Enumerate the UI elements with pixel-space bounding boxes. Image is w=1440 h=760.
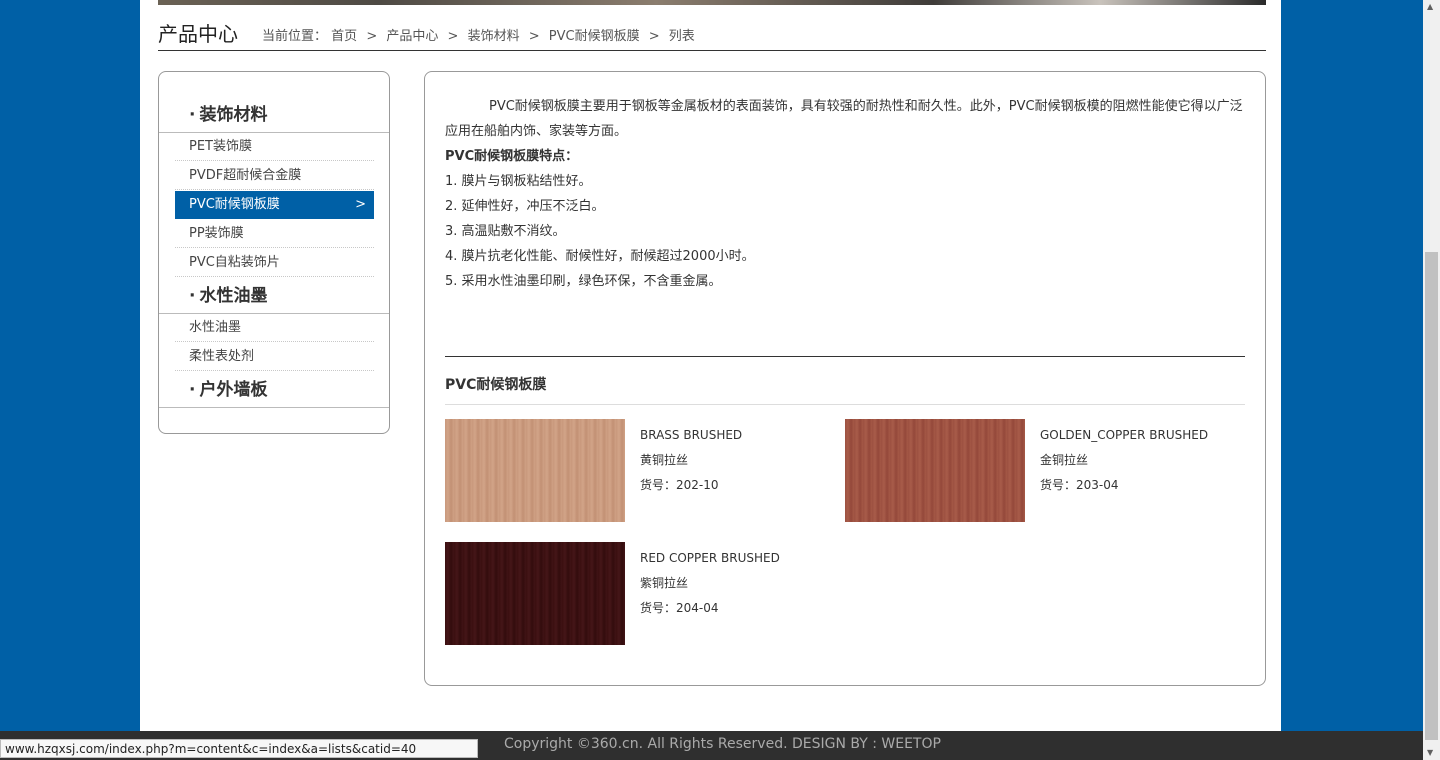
product-card: GOLDEN_COPPER BRUSHED 金铜拉丝 货号：203-04: [845, 419, 1235, 523]
breadcrumb-current: 列表: [668, 29, 695, 44]
features-title: PVC耐候钢板膜特点：: [445, 149, 579, 164]
feature-item: 5. 采用水性油墨印刷，绿色环保，不含重金属。: [445, 274, 722, 289]
scroll-up-arrow-icon[interactable]: ▲: [1427, 2, 1433, 11]
scroll-down-arrow-icon[interactable]: ▼: [1427, 748, 1433, 757]
sidebar-item-pvc-steel-film[interactable]: PVC耐候钢板膜 >: [175, 191, 374, 219]
breadcrumb-label: 当前位置：: [262, 29, 328, 44]
breadcrumb-decor-materials-link[interactable]: 装饰材料: [468, 29, 520, 44]
page-container: 产品中心 当前位置： 首页 > 产品中心 > 装饰材料 > PVC耐候钢板膜 >…: [140, 0, 1281, 731]
product-swatch-image[interactable]: [445, 542, 625, 645]
category-sidebar: · 装饰材料 PET装饰膜 PVDF超耐候合金膜 PVC耐候钢板膜 > PP装饰膜 …: [158, 71, 390, 434]
sidebar-category-water-ink[interactable]: · 水性油墨: [159, 281, 389, 314]
breadcrumb-separator: >: [366, 29, 378, 44]
product-name-en[interactable]: GOLDEN_COPPER BRUSHED: [1040, 423, 1208, 448]
sidebar-item-water-ink[interactable]: 水性油墨: [175, 314, 374, 342]
sidebar-category-decor-materials[interactable]: · 装饰材料: [159, 100, 389, 133]
feature-item: 4. 膜片抗老化性能、耐候性好，耐候超过2000小时。: [445, 249, 755, 264]
breadcrumb-separator: >: [528, 29, 540, 44]
product-code: 货号：203-04: [1040, 478, 1119, 492]
product-content-panel: PVC耐候钢板膜主要用于钢板等金属板材的表面装饰，具有较强的耐热性和耐久性。此外…: [424, 71, 1266, 686]
feature-item: 1. 膜片与钢板粘结性好。: [445, 174, 592, 189]
page-title: 产品中心: [158, 22, 238, 46]
product-list-title: PVC耐候钢板膜: [445, 374, 1245, 405]
product-code: 货号：202-10: [640, 478, 719, 492]
sidebar-item-pvc-adhesive-sheet[interactable]: PVC自粘装饰片: [175, 249, 374, 277]
banner-image-strip: [158, 0, 1266, 5]
breadcrumb-pvc-film-link[interactable]: PVC耐候钢板膜: [549, 29, 640, 44]
product-name-cn[interactable]: 紫铜拉丝: [640, 571, 780, 596]
page-title-bar: 产品中心 当前位置： 首页 > 产品中心 > 装饰材料 > PVC耐候钢板膜 >…: [158, 14, 1266, 51]
sidebar-item-pvdf-film[interactable]: PVDF超耐候合金膜: [175, 162, 374, 190]
scrollbar-thumb[interactable]: [1425, 252, 1438, 740]
chevron-right-icon: >: [355, 197, 366, 212]
sidebar-item-pp-film[interactable]: PP装饰膜: [175, 220, 374, 248]
sidebar-category-outdoor-panel[interactable]: · 户外墙板: [159, 375, 389, 408]
product-name-en[interactable]: BRASS BRUSHED: [640, 423, 742, 448]
product-info: GOLDEN_COPPER BRUSHED 金铜拉丝 货号：203-04: [1040, 423, 1208, 498]
product-description: PVC耐候钢板膜主要用于钢板等金属板材的表面装饰，具有较强的耐热性和耐久性。此外…: [445, 94, 1247, 294]
sidebar-item-pet-film[interactable]: PET装饰膜: [175, 133, 374, 161]
product-info: BRASS BRUSHED 黄铜拉丝 货号：202-10: [640, 423, 742, 498]
feature-item: 2. 延伸性好，冲压不泛白。: [445, 199, 605, 214]
breadcrumb-home-link[interactable]: 首页: [331, 29, 357, 44]
product-card: RED COPPER BRUSHED 紫铜拉丝 货号：204-04: [445, 542, 835, 646]
breadcrumb-separator: >: [447, 29, 459, 44]
breadcrumb-products-link[interactable]: 产品中心: [386, 29, 438, 44]
intro-paragraph: PVC耐候钢板膜主要用于钢板等金属板材的表面装饰，具有较强的耐热性和耐久性。此外…: [445, 99, 1243, 139]
product-swatch-image[interactable]: [845, 419, 1025, 522]
section-divider: [445, 356, 1245, 357]
breadcrumb: 当前位置： 首页 > 产品中心 > 装饰材料 > PVC耐候钢板膜 > 列表: [262, 25, 695, 44]
product-name-cn[interactable]: 黄铜拉丝: [640, 448, 742, 473]
product-code: 货号：204-04: [640, 601, 719, 615]
product-swatch-image[interactable]: [445, 419, 625, 522]
product-name-en[interactable]: RED COPPER BRUSHED: [640, 546, 780, 571]
product-card: BRASS BRUSHED 黄铜拉丝 货号：202-10: [445, 419, 835, 523]
browser-status-url: www.hzqxsj.com/index.php?m=content&c=ind…: [0, 739, 478, 758]
feature-item: 3. 高温贴敷不消纹。: [445, 224, 566, 239]
copyright-text: Copyright ©360.cn. All Rights Reserved. …: [504, 736, 941, 752]
product-name-cn[interactable]: 金铜拉丝: [1040, 448, 1208, 473]
sidebar-item-flexible-primer[interactable]: 柔性表处剂: [175, 343, 374, 371]
product-info: RED COPPER BRUSHED 紫铜拉丝 货号：204-04: [640, 546, 780, 621]
breadcrumb-separator: >: [648, 29, 660, 44]
